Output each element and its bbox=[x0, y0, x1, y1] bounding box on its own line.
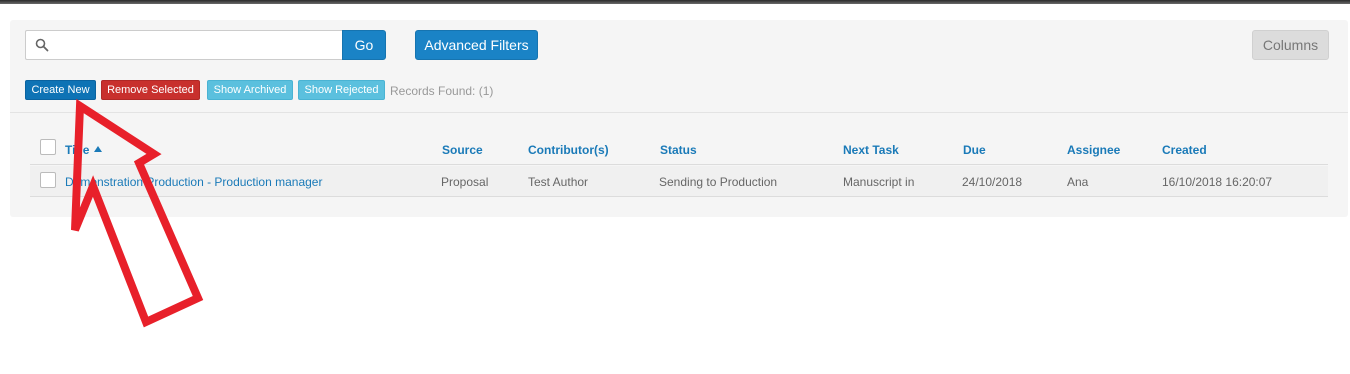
sort-asc-icon bbox=[94, 146, 103, 152]
search-input[interactable] bbox=[56, 31, 336, 59]
row-checkbox[interactable] bbox=[40, 172, 56, 188]
column-header-due[interactable]: Due bbox=[963, 143, 986, 157]
column-header-contributors[interactable]: Contributor(s) bbox=[528, 143, 609, 157]
search-icon bbox=[35, 38, 49, 52]
column-header-next-task[interactable]: Next Task bbox=[843, 143, 899, 157]
row-created: 16/10/2018 16:20:07 bbox=[1162, 175, 1273, 189]
header-divider bbox=[30, 164, 1328, 165]
select-all-checkbox[interactable] bbox=[40, 139, 56, 155]
remove-selected-button[interactable]: Remove Selected bbox=[101, 80, 200, 100]
column-header-title-label: Title bbox=[65, 143, 90, 157]
go-button[interactable]: Go bbox=[342, 30, 386, 60]
columns-button[interactable]: Columns bbox=[1252, 30, 1329, 60]
row-status: Sending to Production bbox=[659, 175, 778, 189]
advanced-filters-button[interactable]: Advanced Filters bbox=[415, 30, 538, 60]
column-header-assignee[interactable]: Assignee bbox=[1067, 143, 1120, 157]
toolbar-divider bbox=[10, 112, 1348, 113]
row-assignee: Ana bbox=[1067, 175, 1089, 189]
column-header-created[interactable]: Created bbox=[1162, 143, 1207, 157]
row-contributors: Test Author bbox=[528, 175, 589, 189]
row-source: Proposal bbox=[441, 175, 489, 189]
records-found: Records Found: (1) bbox=[390, 84, 494, 98]
column-header-title[interactable]: Title bbox=[65, 143, 103, 157]
create-new-button[interactable]: Create New bbox=[25, 80, 96, 100]
column-header-status[interactable]: Status bbox=[660, 143, 697, 157]
show-archived-button[interactable]: Show Archived bbox=[207, 80, 293, 100]
row-next-task: Manuscript in bbox=[843, 175, 915, 189]
row-due: 24/10/2018 bbox=[962, 175, 1023, 189]
show-rejected-button[interactable]: Show Rejected bbox=[298, 80, 385, 100]
row-title-link[interactable]: Demonstration Production - Production ma… bbox=[65, 175, 322, 189]
top-border bbox=[0, 0, 1350, 4]
search-box bbox=[25, 30, 343, 60]
column-header-source[interactable]: Source bbox=[442, 143, 483, 157]
